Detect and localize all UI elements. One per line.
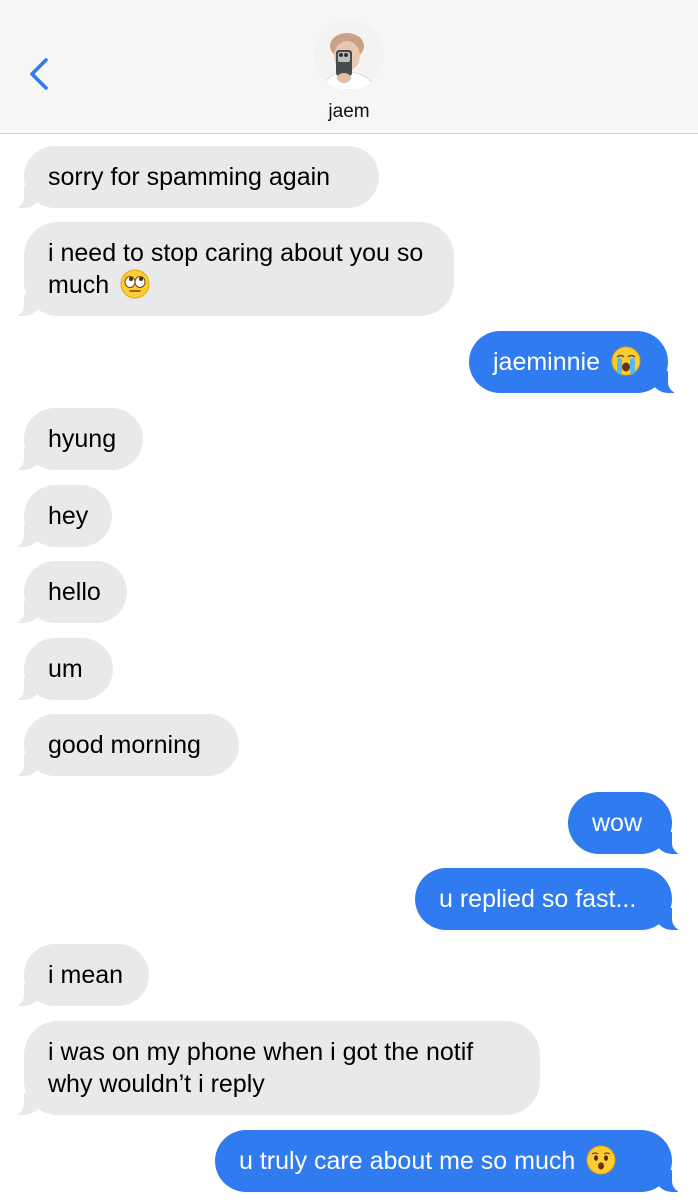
- message-text: good morning: [48, 731, 201, 759]
- incoming-message-bubble[interactable]: i was on my phone when i got the notif w…: [12, 1021, 540, 1116]
- avatar-photo: [314, 20, 384, 90]
- incoming-message-bubble[interactable]: hyung: [12, 408, 143, 471]
- message-text: um: [48, 655, 83, 683]
- incoming-message-bubble[interactable]: hello: [12, 561, 127, 624]
- incoming-message-bubble[interactable]: hey: [12, 485, 112, 548]
- message-text: u truly care about me so much: [239, 1145, 616, 1177]
- message-text: hyung: [48, 425, 117, 453]
- message-text: jaeminnie: [493, 346, 641, 378]
- message-text: i need to stop caring about you so much: [48, 239, 424, 299]
- message-text: i was on my phone when i got the notif w…: [48, 1038, 474, 1098]
- message-text: sorry for spamming again: [48, 163, 331, 191]
- contact-name[interactable]: jaem: [0, 101, 698, 123]
- incoming-message-bubble[interactable]: i need to stop caring about you so much: [12, 222, 454, 317]
- loudly-crying-emoji-icon: [611, 346, 641, 376]
- incoming-message-bubble[interactable]: good morning: [12, 714, 239, 777]
- back-button[interactable]: [22, 52, 62, 96]
- message-text: u replied so fast...: [439, 885, 637, 913]
- contact-avatar[interactable]: [314, 20, 384, 90]
- conversation-header: jaem: [0, 0, 698, 134]
- outgoing-message-bubble[interactable]: wow: [568, 792, 684, 855]
- hushed-face-emoji-icon: [586, 1145, 616, 1175]
- outgoing-message-bubble[interactable]: jaeminnie: [469, 331, 680, 394]
- incoming-message-bubble[interactable]: um: [12, 638, 113, 701]
- eye-roll-emoji-icon: [120, 269, 150, 299]
- message-text: wow: [592, 809, 643, 837]
- outgoing-message-bubble[interactable]: u truly care about me so much: [215, 1130, 684, 1193]
- chevron-left-icon: [30, 58, 48, 90]
- incoming-message-bubble[interactable]: i mean: [12, 944, 149, 1007]
- outgoing-message-bubble[interactable]: u replied so fast...: [415, 868, 684, 931]
- message-text: hello: [48, 578, 101, 606]
- message-text: hey: [48, 502, 89, 530]
- incoming-message-bubble[interactable]: sorry for spamming again: [12, 146, 379, 209]
- message-text: i mean: [48, 961, 124, 989]
